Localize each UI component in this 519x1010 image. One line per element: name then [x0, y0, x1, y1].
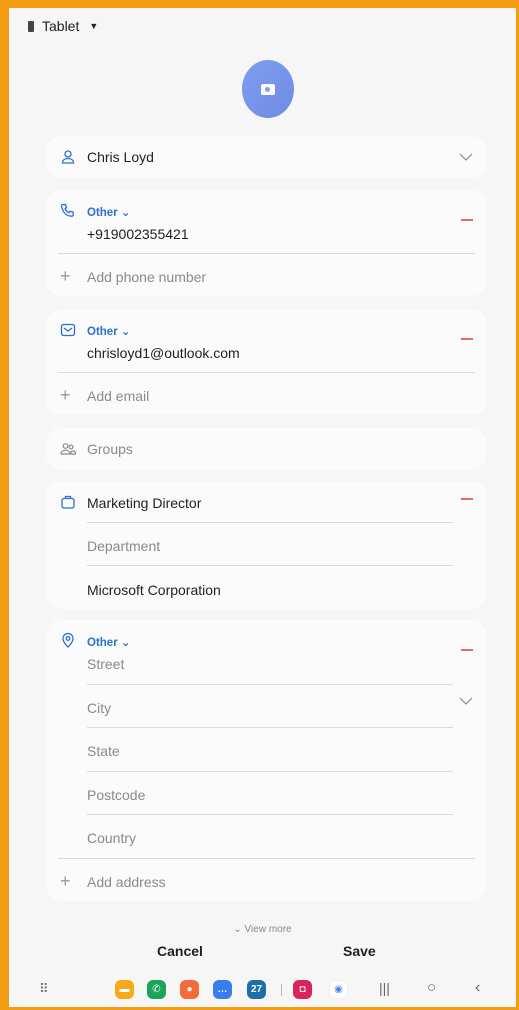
add-photo-button[interactable] — [242, 60, 294, 118]
orange-frame-left — [0, 0, 9, 1010]
divider — [87, 771, 453, 772]
recent-apps-button[interactable]: ||| — [379, 980, 390, 996]
briefcase-icon — [60, 494, 76, 510]
state-field[interactable]: State — [87, 743, 120, 759]
name-card: Chris Loyd — [46, 136, 487, 178]
country-field[interactable]: Country — [87, 830, 136, 846]
add-address-button[interactable]: Add address — [87, 874, 166, 890]
email-type-label: Other — [87, 326, 118, 338]
divider — [58, 858, 475, 859]
remove-address-button[interactable] — [461, 649, 473, 651]
home-button[interactable]: ○ — [427, 979, 436, 996]
view-more-button[interactable]: ⌄ View more — [9, 924, 516, 935]
groups-label: Groups — [87, 441, 133, 457]
storage-label: Tablet — [42, 18, 80, 34]
divider — [58, 372, 475, 373]
phone-icon — [60, 203, 76, 219]
address-type-dropdown[interactable]: Other ⌄ — [87, 635, 131, 649]
my-files-app-icon[interactable]: ▬ — [115, 980, 134, 999]
add-phone-button[interactable]: Add phone number — [87, 269, 206, 285]
location-pin-icon — [60, 632, 76, 648]
chevron-down-small-icon: ⌄ — [233, 924, 242, 935]
phone-type-dropdown[interactable]: Other ⌄ — [87, 205, 131, 219]
department-field[interactable]: Department — [87, 538, 160, 554]
remove-email-button[interactable] — [461, 338, 473, 340]
dropdown-arrow-icon: ▼ — [89, 21, 99, 31]
tablet-icon — [28, 20, 34, 32]
action-bar: Cancel Save — [9, 939, 516, 969]
phone-number-field[interactable]: +919002355421 — [87, 226, 189, 242]
street-field[interactable]: Street — [87, 656, 124, 672]
divider — [87, 727, 453, 728]
add-email-button[interactable]: Add email — [87, 388, 149, 404]
email-field[interactable]: chrisloyd1@outlook.com — [87, 345, 240, 361]
save-button[interactable]: Save — [343, 943, 376, 959]
postcode-field[interactable]: Postcode — [87, 787, 145, 803]
plus-icon: + — [60, 266, 71, 286]
person-icon — [60, 149, 76, 165]
cancel-button[interactable]: Cancel — [157, 943, 203, 959]
divider — [87, 565, 453, 566]
messages-app-icon[interactable]: … — [213, 980, 232, 999]
screen: Tablet ▼ Chris Loyd Other ⌄ +91900235542… — [9, 8, 516, 1007]
divider — [87, 684, 453, 685]
phone-card: Other ⌄ +919002355421 + Add phone number — [46, 190, 487, 296]
address-card: Other ⌄ Street City State Postcode Count… — [46, 620, 487, 901]
plus-icon: + — [60, 385, 71, 405]
divider — [87, 522, 453, 523]
divider — [58, 253, 475, 254]
plus-icon: + — [60, 871, 71, 891]
address-type-label: Other — [87, 637, 118, 649]
email-type-dropdown[interactable]: Other ⌄ — [87, 324, 131, 338]
dock-divider — [281, 984, 282, 996]
chevron-down-icon[interactable] — [459, 152, 473, 162]
phone-app-icon[interactable]: ✆ — [147, 980, 166, 999]
name-field[interactable]: Chris Loyd — [87, 149, 154, 165]
company-field[interactable]: Microsoft Corporation — [87, 582, 221, 598]
email-icon — [60, 322, 76, 338]
remove-phone-button[interactable] — [461, 219, 473, 221]
navigation-bar: ⠿ ▬ ✆ ● … 27 ◘ ◉ ||| ○ ‹ — [9, 972, 516, 1007]
job-title-field[interactable]: Marketing Director — [87, 495, 201, 511]
apps-grid-icon[interactable]: ⠿ — [39, 981, 49, 997]
calendar-app-icon[interactable]: 27 — [247, 980, 266, 999]
storage-selector[interactable]: Tablet ▼ — [28, 18, 98, 34]
groups-card[interactable]: Groups — [46, 428, 487, 470]
view-more-label: View more — [244, 924, 292, 935]
calendar-date: 27 — [250, 984, 263, 995]
groups-icon — [60, 441, 76, 457]
contacts-app-icon[interactable]: ● — [180, 980, 199, 999]
back-button[interactable]: ‹ — [475, 979, 480, 997]
camera-icon — [261, 83, 275, 95]
camera-app-icon[interactable]: ◘ — [293, 980, 312, 999]
remove-organization-button[interactable] — [461, 498, 473, 500]
google-lens-app-icon[interactable]: ◉ — [329, 980, 348, 999]
phone-type-label: Other — [87, 207, 118, 219]
chevron-down-icon[interactable] — [459, 696, 473, 706]
email-card: Other ⌄ chrisloyd1@outlook.com + Add ema… — [46, 309, 487, 415]
city-field[interactable]: City — [87, 700, 111, 716]
divider — [87, 814, 453, 815]
orange-frame-top — [0, 0, 519, 8]
organization-card: Marketing Director Department Microsoft … — [46, 481, 487, 609]
